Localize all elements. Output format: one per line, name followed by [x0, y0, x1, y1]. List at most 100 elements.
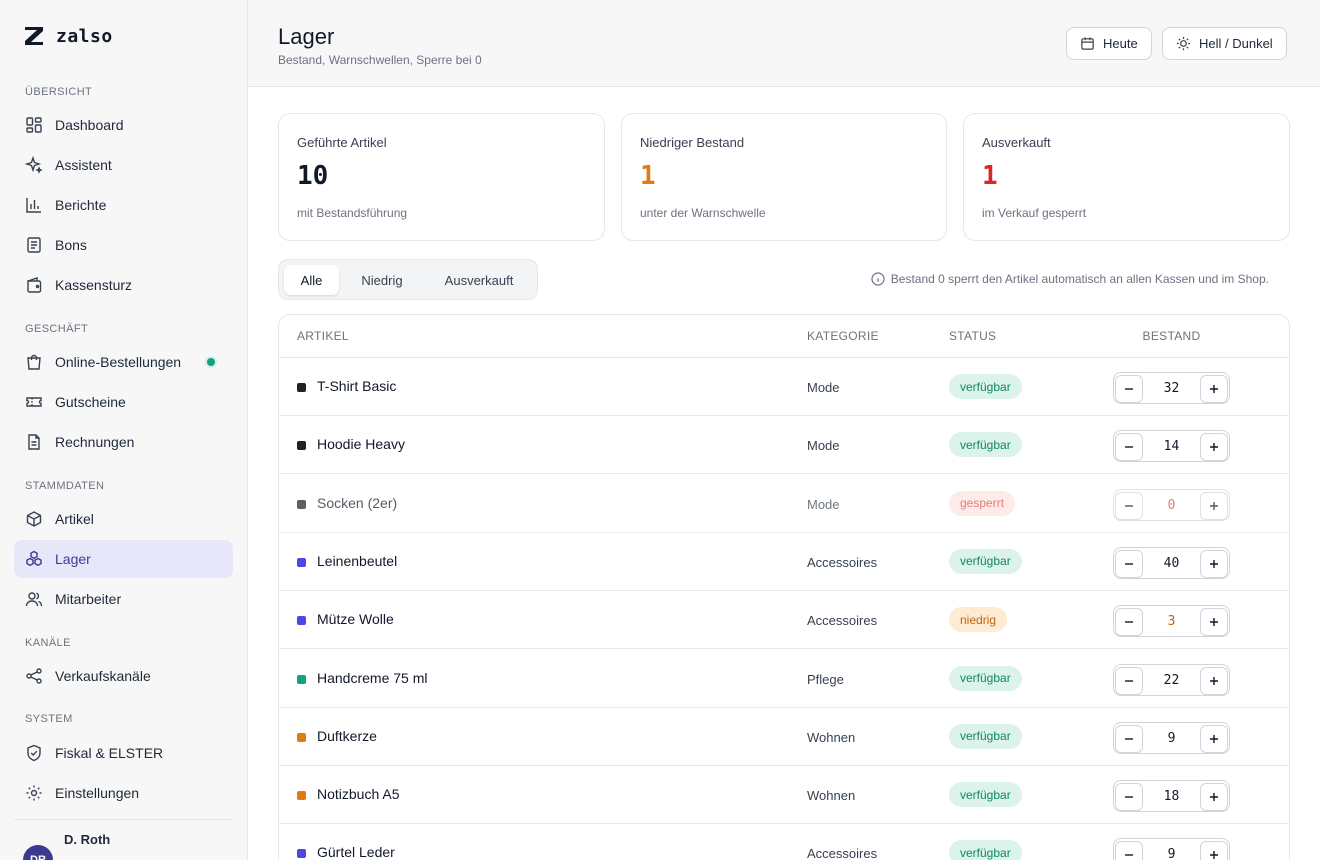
- sidebar-item-label: Online-Bestellungen: [55, 354, 182, 370]
- status-badge: gesperrt: [949, 490, 1016, 516]
- avatar[interactable]: DR: [23, 845, 53, 860]
- stock-value[interactable]: 22: [1144, 673, 1199, 688]
- stock-stepper: 9: [1113, 838, 1230, 860]
- section-label-system: SYSTEM: [25, 713, 73, 725]
- sidebar-item-label: Kassensturz: [55, 277, 133, 293]
- info-icon: [871, 272, 885, 286]
- page-title: Lager: [278, 24, 335, 49]
- tab-niedrig[interactable]: Niedrig: [345, 265, 419, 295]
- category-color-swatch: [297, 441, 306, 451]
- stock-value[interactable]: 14: [1144, 439, 1199, 454]
- stat-label: Niedriger Bestand: [640, 135, 745, 150]
- plus-icon: [1210, 851, 1218, 860]
- section-label-geschaeft: GESCHÄFT: [25, 323, 89, 335]
- stat-card-low-stock: Niedriger Bestand 1 unter der Warnschwel…: [621, 113, 947, 241]
- table-row[interactable]: Gürtel Leder Accessoires verfügbar 9: [279, 824, 1289, 860]
- sidebar-item-dashboard[interactable]: Dashboard: [14, 106, 233, 144]
- status-badge: verfügbar: [949, 665, 1022, 691]
- plus-icon: [1210, 618, 1218, 627]
- stat-label: Ausverkauft: [982, 135, 1051, 150]
- sidebar-item-label: Lager: [55, 551, 91, 567]
- increase-stock-button[interactable]: [1200, 433, 1228, 462]
- sidebar-item-label: Gutscheine: [55, 394, 126, 410]
- sidebar-item-bons[interactable]: Bons: [14, 226, 233, 264]
- increase-stock-button[interactable]: [1200, 608, 1228, 637]
- sidebar-item-kassensturz[interactable]: Kassensturz: [14, 266, 233, 304]
- column-header-status[interactable]: STATUS: [949, 315, 996, 357]
- theme-toggle-label: Hell / Dunkel: [1199, 36, 1273, 51]
- minus-icon: [1125, 446, 1133, 448]
- sidebar-item-berichte[interactable]: Berichte: [14, 186, 233, 224]
- decrease-stock-button[interactable]: [1115, 549, 1143, 578]
- stock-value[interactable]: 9: [1144, 847, 1199, 860]
- decrease-stock-button[interactable]: [1115, 491, 1143, 520]
- increase-stock-button[interactable]: [1200, 666, 1228, 695]
- stock-value[interactable]: 3: [1144, 614, 1199, 629]
- table-row[interactable]: T-Shirt Basic Mode verfügbar 32: [279, 358, 1289, 416]
- sidebar-item-label: Bons: [55, 237, 87, 253]
- column-header-category[interactable]: KATEGORIE: [807, 315, 879, 357]
- stock-value[interactable]: 0: [1144, 498, 1199, 513]
- table-row[interactable]: Leinenbeutel Accessoires verfügbar 40: [279, 533, 1289, 591]
- stock-value[interactable]: 32: [1144, 381, 1199, 396]
- decrease-stock-button[interactable]: [1115, 666, 1143, 695]
- decrease-stock-button[interactable]: [1115, 783, 1143, 812]
- users-icon: [25, 592, 43, 607]
- minus-icon: [1125, 504, 1133, 507]
- increase-stock-button[interactable]: [1200, 491, 1228, 520]
- table-row[interactable]: Socken (2er) Mode gesperrt 0: [279, 475, 1289, 533]
- increase-stock-button[interactable]: [1200, 375, 1228, 403]
- shield-check-icon: [27, 744, 41, 762]
- sidebar-item-assistent[interactable]: Assistent: [14, 146, 233, 184]
- tab-alle[interactable]: Alle: [284, 265, 339, 295]
- table-row[interactable]: Hoodie Heavy Mode verfügbar 14: [279, 416, 1289, 475]
- table-row[interactable]: Mütze Wolle Accessoires niedrig 3: [279, 591, 1289, 650]
- decrease-stock-button[interactable]: [1115, 608, 1143, 637]
- today-button[interactable]: Heute: [1066, 27, 1152, 60]
- decrease-stock-button[interactable]: [1115, 841, 1143, 860]
- sidebar-item-artikel[interactable]: Artikel: [14, 500, 233, 538]
- stat-card-sold-out: Ausverkauft 1 im Verkauf gesperrt: [963, 113, 1290, 241]
- sidebar-item-lager[interactable]: Lager: [14, 540, 233, 578]
- sidebar-item-label: Einstellungen: [55, 785, 140, 801]
- sidebar-item-label: Artikel: [55, 511, 94, 527]
- stock-value[interactable]: 18: [1144, 789, 1199, 804]
- stock-value[interactable]: 9: [1144, 731, 1199, 746]
- table-row[interactable]: Handcreme 75 ml Pflege verfügbar 22: [279, 650, 1289, 708]
- stat-value: 1: [982, 161, 998, 191]
- brand[interactable]: zalso: [22, 24, 113, 48]
- stat-caption: mit Bestandsführung: [297, 206, 408, 220]
- category-color-swatch: [297, 383, 306, 392]
- decrease-stock-button[interactable]: [1115, 724, 1143, 753]
- table-row[interactable]: Notizbuch A5 Wohnen verfügbar 18: [279, 766, 1289, 825]
- sun-icon: [1176, 36, 1191, 51]
- sidebar-item-mitarbeiter[interactable]: Mitarbeiter: [14, 580, 233, 618]
- column-header-stock[interactable]: BESTAND: [1113, 315, 1230, 357]
- tab-ausverkauft[interactable]: Ausverkauft: [425, 265, 533, 295]
- hint-text: Bestand 0 sperrt den Artikel automatisch…: [890, 272, 1269, 286]
- status-badge: verfügbar: [949, 782, 1022, 808]
- calendar-icon: [1081, 37, 1094, 50]
- status-badge: verfügbar: [949, 548, 1022, 574]
- theme-toggle-button[interactable]: Hell / Dunkel: [1162, 27, 1287, 60]
- decrease-stock-button[interactable]: [1115, 433, 1143, 462]
- page-subtitle: Bestand, Warnschwellen, Sperre bei 0: [278, 53, 482, 67]
- sidebar-item-fiskal-elster[interactable]: Fiskal & ELSTER: [14, 734, 233, 772]
- increase-stock-button[interactable]: [1200, 724, 1228, 753]
- increase-stock-button[interactable]: [1200, 549, 1228, 578]
- increase-stock-button[interactable]: [1200, 841, 1228, 860]
- sidebar-item-rechnungen[interactable]: Rechnungen: [14, 423, 233, 461]
- sidebar-item-gutscheine[interactable]: Gutscheine: [14, 383, 233, 421]
- sidebar-item-einstellungen[interactable]: Einstellungen: [14, 774, 233, 812]
- decrease-stock-button[interactable]: [1115, 375, 1143, 403]
- sidebar-item-verkaufskanaele[interactable]: Verkaufskanäle: [14, 657, 233, 695]
- item-name: Hoodie Heavy: [317, 436, 405, 453]
- status-badge: verfügbar: [949, 374, 1022, 399]
- column-header-item[interactable]: ARTIKEL: [297, 315, 349, 357]
- table-row[interactable]: Duftkerze Wohnen verfügbar 9: [279, 708, 1289, 766]
- status-badge: verfügbar: [949, 840, 1022, 860]
- increase-stock-button[interactable]: [1200, 783, 1228, 812]
- stock-value[interactable]: 40: [1144, 556, 1199, 571]
- plus-icon: [1210, 793, 1218, 802]
- sidebar-item-online-bestellungen[interactable]: Online-Bestellungen: [14, 343, 233, 381]
